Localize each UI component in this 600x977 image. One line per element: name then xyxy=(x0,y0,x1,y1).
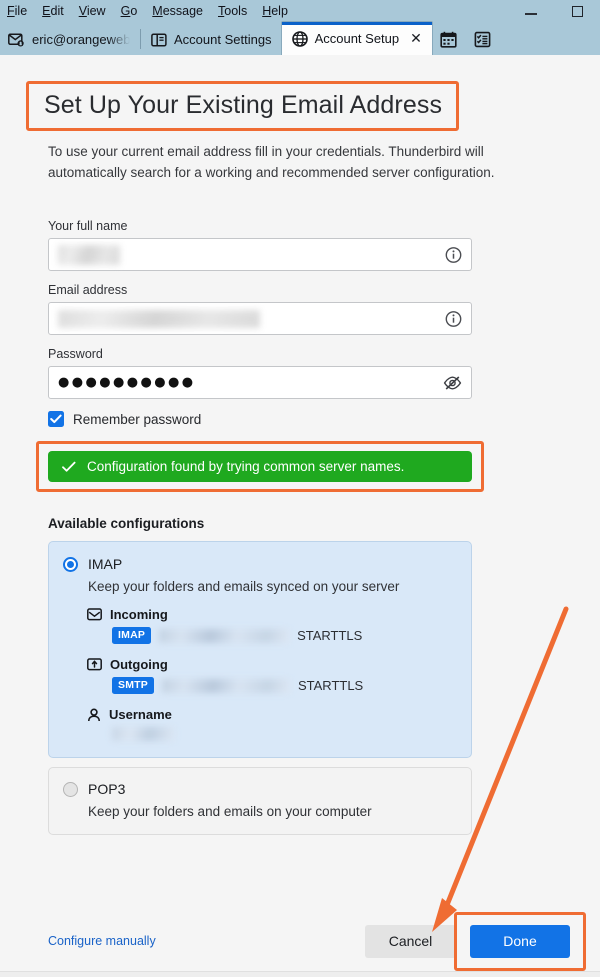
menu-item-edit[interactable]: Edit xyxy=(41,3,65,20)
incoming-label: Incoming xyxy=(110,607,168,622)
redacted-incoming-host xyxy=(159,628,290,643)
redacted-value xyxy=(58,244,120,265)
tab-account-setup[interactable]: Account Setup ✕ xyxy=(281,22,433,55)
pop3-radio[interactable] xyxy=(63,781,78,797)
calendar-button[interactable] xyxy=(432,24,466,55)
remember-password-checkbox[interactable] xyxy=(48,411,64,427)
menu-item-message[interactable]: Message xyxy=(151,3,204,20)
imap-description: Keep your folders and emails synced on y… xyxy=(88,579,400,594)
tasks-icon xyxy=(474,31,491,48)
imap-incoming-block: Incoming IMAP STARTTLS xyxy=(87,607,471,644)
outgoing-header: Outgoing xyxy=(87,657,471,672)
person-icon xyxy=(87,707,101,722)
password-label: Password xyxy=(48,347,103,361)
pop3-description: Keep your folders and emails on your com… xyxy=(88,804,372,819)
menu-bar: File Edit View Go Message Tools Help xyxy=(0,3,289,20)
menu-item-view[interactable]: View xyxy=(78,3,107,20)
remember-password-label: Remember password xyxy=(73,411,202,427)
configure-manually-link[interactable]: Configure manually xyxy=(48,934,156,948)
done-button-wrapper: Done xyxy=(454,911,586,971)
inbox-icon xyxy=(87,608,102,621)
mail-account-icon xyxy=(8,32,25,47)
available-configurations-heading: Available configurations xyxy=(48,516,205,531)
incoming-header: Incoming xyxy=(87,607,471,622)
check-icon xyxy=(62,461,76,473)
imap-protocol-badge: IMAP xyxy=(112,627,152,644)
menu-item-file[interactable]: File xyxy=(6,3,28,20)
tab-mail-account[interactable]: eric@orangewebs xyxy=(0,24,140,55)
tab-strip: eric@orangewebs Account Settings Account… xyxy=(0,22,600,55)
imap-username-block: Username xyxy=(87,707,471,741)
username-label: Username xyxy=(109,707,172,722)
full-name-field-group: Your full name xyxy=(48,219,570,271)
password-input[interactable]: ●●●●●●●●●● xyxy=(48,366,472,399)
tab-label: Account Settings xyxy=(174,32,272,47)
full-name-label: Your full name xyxy=(48,219,128,233)
menu-item-go[interactable]: Go xyxy=(120,3,139,20)
footer-buttons: Cancel Done xyxy=(365,911,586,971)
tab-label: eric@orangewebs xyxy=(32,32,130,47)
account-setup-page: Set Up Your Existing Email Address To us… xyxy=(0,55,600,977)
outgoing-security: STARTTLS xyxy=(297,678,364,693)
incoming-values: IMAP STARTTLS xyxy=(112,627,471,644)
imap-outgoing-block: Outgoing SMTP STARTTLS xyxy=(87,657,471,694)
outbox-icon xyxy=(87,658,102,671)
configuration-option-pop3[interactable]: POP3 Keep your folders and emails on you… xyxy=(48,767,472,835)
configuration-option-imap[interactable]: IMAP Keep your folders and emails synced… xyxy=(48,541,472,758)
globe-icon xyxy=(291,30,308,47)
notification-text: Configuration found by trying common ser… xyxy=(87,459,405,474)
account-settings-icon xyxy=(151,32,167,47)
full-name-input[interactable] xyxy=(48,238,472,271)
redacted-outgoing-host xyxy=(161,678,290,693)
username-header: Username xyxy=(87,707,471,722)
email-field-group: Email address xyxy=(48,283,570,335)
email-input[interactable] xyxy=(48,302,472,335)
tasks-button[interactable] xyxy=(466,24,500,55)
imap-label: IMAP xyxy=(88,556,123,572)
footer-bar: Configure manually Cancel Done xyxy=(30,911,586,971)
menu-item-help[interactable]: Help xyxy=(261,3,289,20)
page-title: Set Up Your Existing Email Address xyxy=(44,91,443,119)
cancel-button[interactable]: Cancel xyxy=(365,924,456,958)
window-bottom-edge xyxy=(0,971,600,977)
configuration-found-notification: Configuration found by trying common ser… xyxy=(48,451,472,482)
tab-account-settings[interactable]: Account Settings xyxy=(141,24,282,55)
calendar-icon xyxy=(440,31,457,48)
done-button[interactable]: Done xyxy=(470,924,570,958)
outgoing-values: SMTP STARTTLS xyxy=(112,677,471,694)
close-icon[interactable]: ✕ xyxy=(410,32,422,46)
incoming-security: STARTTLS xyxy=(297,628,363,643)
pop3-label: POP3 xyxy=(88,781,126,797)
page-title-wrapper: Set Up Your Existing Email Address xyxy=(26,81,460,131)
redacted-username-value xyxy=(112,727,174,741)
maximize-button[interactable] xyxy=(554,0,600,22)
email-label: Email address xyxy=(48,283,128,297)
info-icon[interactable] xyxy=(445,310,462,327)
menu-item-tools[interactable]: Tools xyxy=(217,3,248,20)
page-description: To use your current email address fill i… xyxy=(48,144,495,180)
info-icon[interactable] xyxy=(445,246,462,263)
remember-password-row[interactable]: Remember password xyxy=(48,411,570,427)
password-field-group: Password ●●●●●●●●●● xyxy=(48,347,570,399)
outgoing-label: Outgoing xyxy=(110,657,168,672)
notification-wrapper: Configuration found by trying common ser… xyxy=(36,441,484,492)
credentials-form: Your full name Email address Password ●●… xyxy=(30,219,570,427)
password-value: ●●●●●●●●●● xyxy=(58,375,196,390)
eye-slash-icon[interactable] xyxy=(443,375,462,391)
smtp-protocol-badge: SMTP xyxy=(112,677,154,694)
imap-header: IMAP xyxy=(49,556,471,572)
pop3-header: POP3 xyxy=(49,781,471,797)
title-bar: File Edit View Go Message Tools Help xyxy=(0,0,600,22)
minimize-button[interactable] xyxy=(508,0,554,22)
tab-label: Account Setup xyxy=(314,31,400,46)
imap-radio[interactable] xyxy=(63,556,78,572)
redacted-value xyxy=(58,309,260,328)
window-controls xyxy=(508,0,600,22)
